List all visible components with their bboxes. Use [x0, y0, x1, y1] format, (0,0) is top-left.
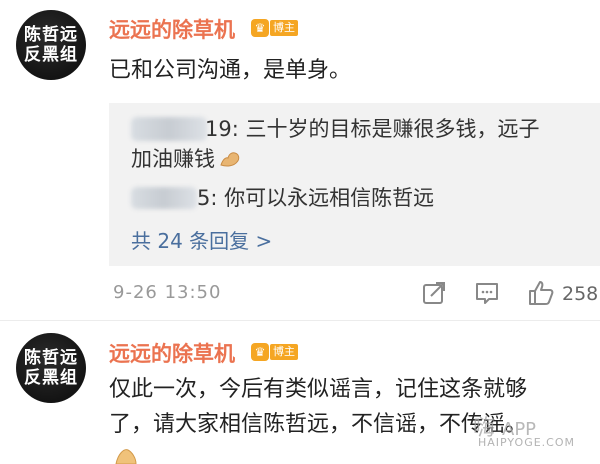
reply-text: 19: 三十岁的目标是赚很多钱，远子 — [205, 117, 540, 141]
blurred-username — [131, 117, 207, 141]
like-icon[interactable] — [528, 280, 556, 306]
comment-text: 已和公司沟通，是单身。 — [109, 58, 352, 83]
badge-label: 博主 — [270, 20, 298, 36]
comment-text-line2: 了，请大家相信陈哲远，不信谣，不传谣。 — [109, 412, 528, 437]
watermark-domain: HAIPYOGE.COM — [478, 436, 576, 449]
username[interactable]: 远远的除草机 — [109, 14, 235, 44]
timestamp: 9-26 13:50 — [113, 282, 222, 303]
flexed-biceps-icon — [220, 152, 240, 167]
avatar-text-line1: 陈哲远 — [24, 348, 78, 368]
crown-icon: ♛ — [251, 19, 269, 37]
blurred-username — [131, 187, 197, 209]
avatar[interactable]: 陈哲远 反黑组 — [16, 10, 86, 80]
avatar[interactable]: 陈哲远 反黑组 — [16, 333, 86, 403]
reply-continuation-text: 加油赚钱 — [131, 147, 215, 171]
comment-icon[interactable] — [474, 280, 500, 306]
avatar-text-line1: 陈哲远 — [24, 25, 78, 45]
avatar-text-line2: 反黑组 — [24, 45, 78, 65]
badge-label: 博主 — [270, 344, 298, 360]
more-replies-link[interactable]: 共 24 条回复 > — [131, 225, 272, 254]
reply-box[interactable]: 19: 三十岁的目标是赚很多钱，远子 加油赚钱 5: 你可以永远相信陈哲远 共 … — [109, 103, 600, 266]
blogger-badge: ♛ 博主 — [251, 17, 299, 39]
divider — [0, 320, 600, 321]
emoji-icon — [115, 449, 137, 464]
crown-icon: ♛ — [251, 343, 269, 361]
reply-text: 5: 你可以永远相信陈哲远 — [197, 186, 435, 210]
username[interactable]: 远远的除草机 — [109, 338, 235, 368]
reply-text-continuation: 加油赚钱 — [131, 144, 241, 174]
comment-text-line1: 仅此一次，今后有类似谣言，记住这条就够 — [109, 377, 528, 402]
like-count: 258 — [562, 283, 599, 305]
blogger-badge: ♛ 博主 — [251, 341, 299, 363]
avatar-text-line2: 反黑组 — [24, 368, 78, 388]
share-icon[interactable] — [421, 280, 447, 306]
